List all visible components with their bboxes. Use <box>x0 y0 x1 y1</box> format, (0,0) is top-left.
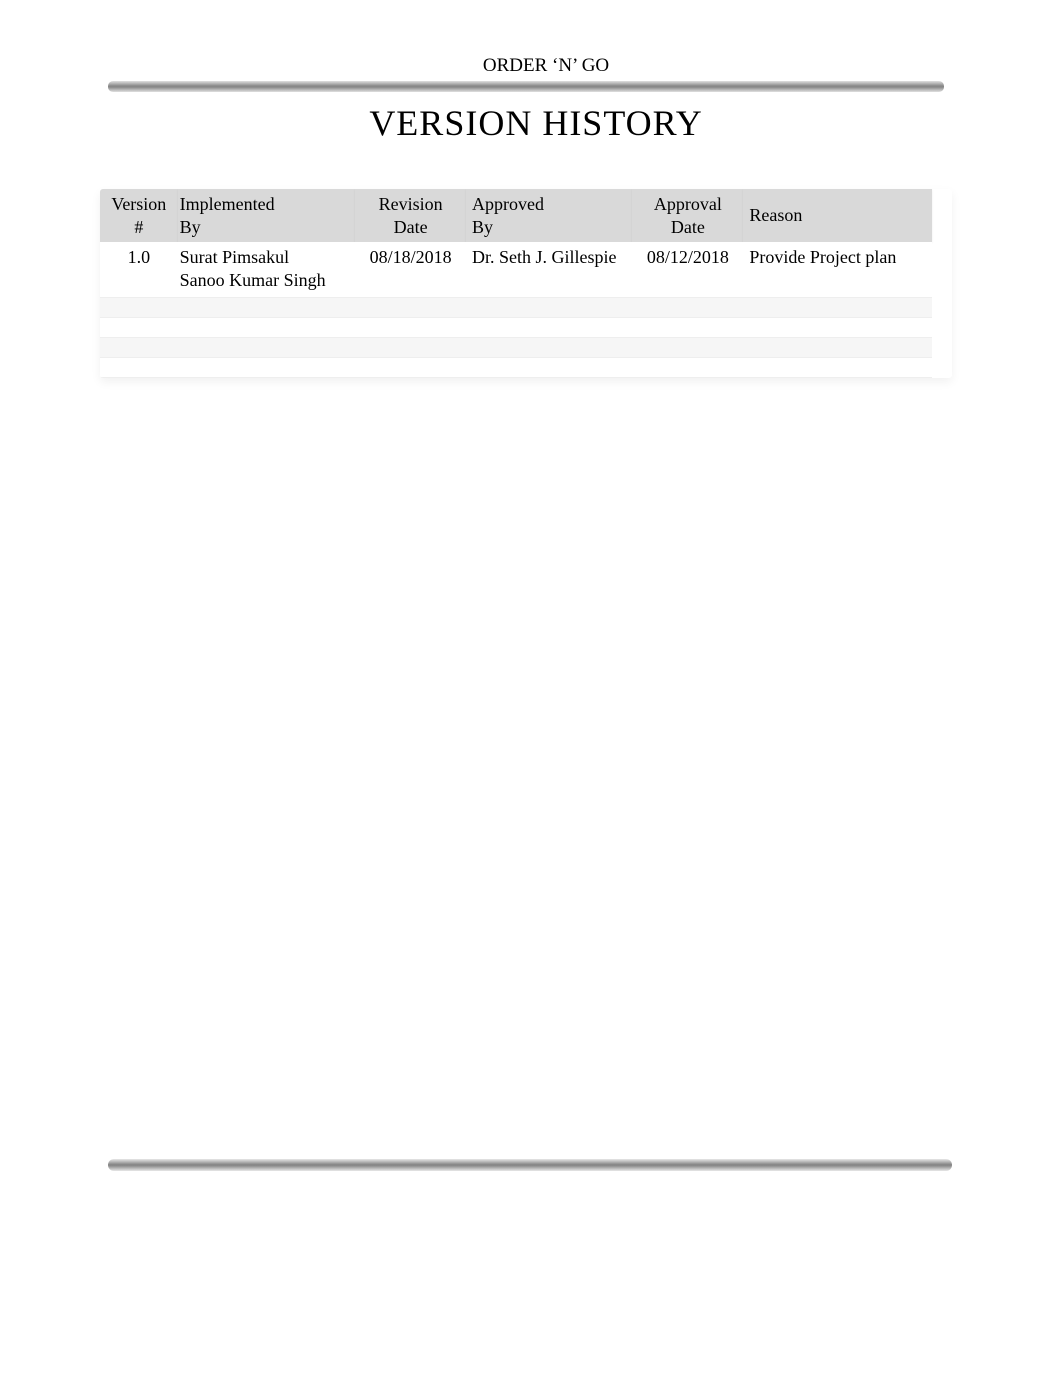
cell-version <box>100 317 178 337</box>
cell-approval-date <box>632 357 743 377</box>
cell-revision-date <box>355 337 466 357</box>
header-approval-line1: Approval <box>638 193 737 216</box>
cell-reason <box>743 357 932 377</box>
table-row <box>100 357 932 377</box>
table-row: 1.0 Surat Pimsakul Sanoo Kumar Singh 08/… <box>100 242 932 297</box>
header-approval-date: Approval Date <box>632 189 743 242</box>
cell-revision-date: 08/18/2018 <box>355 242 466 297</box>
header-approved-line1: Approved <box>472 193 626 216</box>
header-version: Version # <box>100 189 178 242</box>
cell-version <box>100 357 178 377</box>
header-reason: Reason <box>743 189 932 242</box>
cell-version <box>100 337 178 357</box>
cell-implemented-by <box>178 337 355 357</box>
cell-implemented-line2: Sanoo Kumar Singh <box>180 269 349 292</box>
cell-revision-date <box>355 357 466 377</box>
cell-reason <box>743 317 932 337</box>
cell-implemented-by <box>178 357 355 377</box>
cell-revision-date <box>355 317 466 337</box>
header-approval-line2: Date <box>638 216 737 239</box>
cell-implemented-by <box>178 297 355 317</box>
table-row <box>100 337 932 357</box>
table-row <box>100 317 932 337</box>
cell-approved-by <box>466 317 632 337</box>
cell-approval-date <box>632 317 743 337</box>
cell-version <box>100 297 178 317</box>
cell-approved-by <box>466 337 632 357</box>
cell-reason <box>743 297 932 317</box>
divider-top <box>108 81 944 92</box>
cell-implemented-by: Surat Pimsakul Sanoo Kumar Singh <box>178 242 355 297</box>
table-row <box>100 297 932 317</box>
cell-approved-by: Dr. Seth J. Gillespie <box>466 242 632 297</box>
cell-implemented-line1: Surat Pimsakul <box>180 246 349 269</box>
version-history-table: Version # Implemented By Revision Date A… <box>100 189 932 378</box>
header-approved-line2: By <box>472 216 626 239</box>
cell-approval-date <box>632 337 743 357</box>
table-header-row: Version # Implemented By Revision Date A… <box>100 189 932 242</box>
cell-reason <box>743 337 932 357</box>
cell-implemented-by <box>178 317 355 337</box>
cell-approval-date: 08/12/2018 <box>632 242 743 297</box>
cell-approved-by <box>466 357 632 377</box>
cell-reason: Provide Project plan <box>743 242 932 297</box>
document-header: ORDER ‘N’ GO <box>100 55 952 77</box>
cell-approved-by <box>466 297 632 317</box>
version-history-table-container: Version # Implemented By Revision Date A… <box>100 189 952 378</box>
page-title: VERSION HISTORY <box>100 102 952 144</box>
divider-bottom <box>108 1159 952 1171</box>
header-implemented-by: Implemented By <box>178 189 355 242</box>
header-reason-line1: Reason <box>749 204 926 227</box>
header-revision-line1: Revision <box>361 193 460 216</box>
header-implemented-line2: By <box>180 216 349 239</box>
header-revision-line2: Date <box>361 216 460 239</box>
header-version-line1: Version <box>106 193 172 216</box>
header-approved-by: Approved By <box>466 189 632 242</box>
cell-version: 1.0 <box>100 242 178 297</box>
header-revision-date: Revision Date <box>355 189 466 242</box>
cell-revision-date <box>355 297 466 317</box>
header-version-line2: # <box>106 216 172 239</box>
header-implemented-line1: Implemented <box>180 193 349 216</box>
cell-approval-date <box>632 297 743 317</box>
